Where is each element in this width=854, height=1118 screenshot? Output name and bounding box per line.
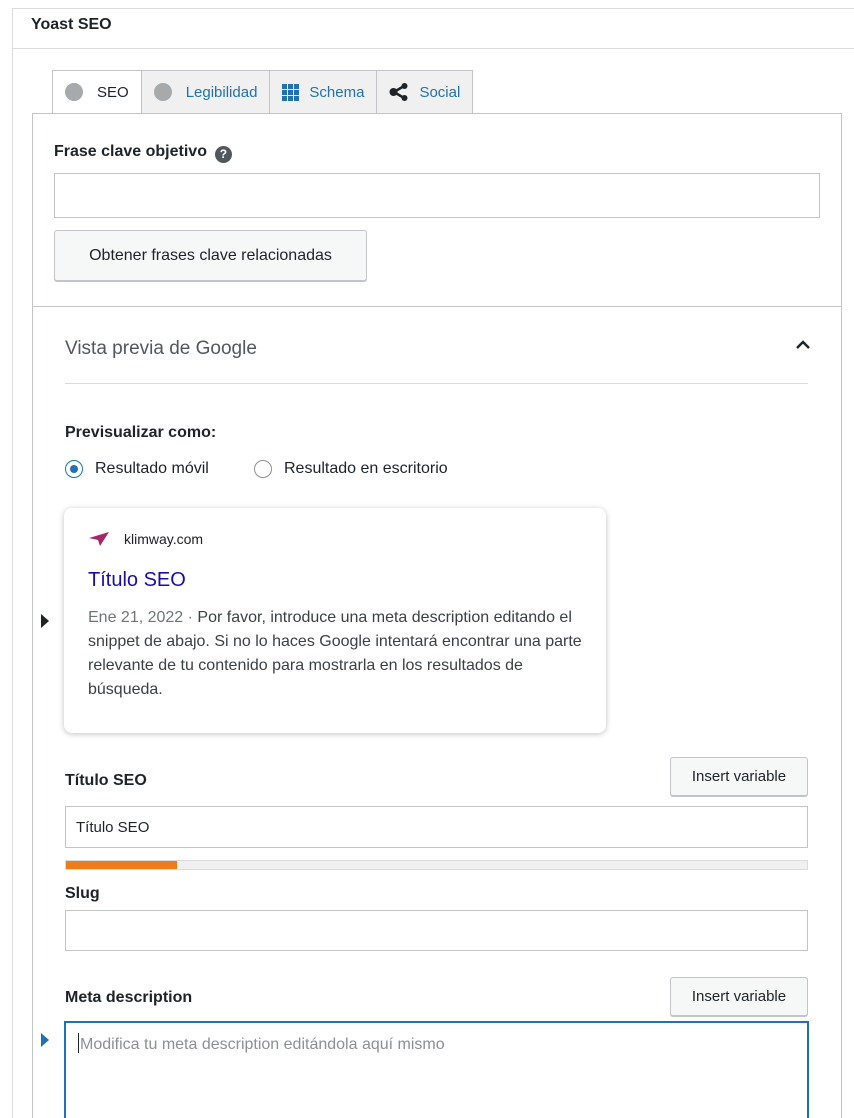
- tab-social[interactable]: Social: [377, 70, 474, 114]
- grid-icon: [282, 83, 300, 101]
- tab-schema[interactable]: Schema: [270, 70, 378, 114]
- meta-description-textarea[interactable]: Modifica tu meta description editándola …: [65, 1022, 808, 1118]
- panel-title: Yoast SEO: [31, 16, 112, 33]
- meta-description-placeholder: Modifica tu meta description editándola …: [80, 1036, 445, 1053]
- serp-date: Ene 21, 2022 ·: [88, 609, 193, 626]
- seo-title-label: Título SEO: [65, 772, 147, 789]
- keyphrase-input[interactable]: [54, 173, 820, 218]
- text-cursor: [78, 1033, 79, 1053]
- meta-description-label: Meta description: [65, 989, 193, 1006]
- insert-variable-button[interactable]: Insert variable: [670, 977, 808, 1016]
- tab-bar: SEO Legibilidad Schema Social: [52, 70, 474, 114]
- caret-right-icon: [41, 1033, 49, 1047]
- chevron-up-icon[interactable]: [794, 336, 812, 354]
- keyphrase-label-text: Frase clave objetivo: [54, 143, 207, 160]
- tab-label: Social: [419, 83, 461, 101]
- tab-label: Legibilidad: [185, 83, 258, 101]
- preview-as-label: Previsualizar como:: [65, 424, 217, 441]
- radio-mobile-label: Resultado móvil: [95, 460, 209, 477]
- tab-seo[interactable]: SEO: [52, 70, 142, 114]
- tab-label: SEO: [97, 83, 129, 101]
- serp-site-url: klimway.com: [124, 531, 204, 547]
- help-icon[interactable]: ?: [214, 145, 232, 163]
- insert-variable-button[interactable]: Insert variable: [670, 757, 808, 796]
- divider: [12, 48, 854, 49]
- keyphrase-label: Frase clave objetivo?: [54, 143, 232, 163]
- related-keyphrases-button[interactable]: Obtener frases clave relacionadas: [54, 230, 367, 281]
- radio-desktop[interactable]: Resultado en escritorio: [254, 460, 448, 478]
- slug-input[interactable]: [65, 910, 808, 951]
- divider: [32, 306, 842, 307]
- klimway-logo-icon: [89, 532, 109, 546]
- progress-fill: [66, 861, 178, 869]
- serp-title: Título SEO: [88, 569, 186, 591]
- seo-title-progress-bar: [65, 860, 808, 870]
- tab-label: Schema: [309, 83, 365, 101]
- serp-description-block: Ene 21, 2022 · Por favor, introduce una …: [88, 606, 584, 702]
- radio-unselected-icon: [254, 460, 272, 478]
- google-preview-heading[interactable]: Vista previa de Google: [65, 338, 257, 360]
- radio-desktop-label: Resultado en escritorio: [284, 460, 448, 477]
- radio-selected-icon: [65, 460, 83, 478]
- tab-legibilidad[interactable]: Legibilidad: [141, 70, 271, 114]
- slug-label: Slug: [65, 885, 100, 902]
- radio-mobile[interactable]: Resultado móvil: [65, 460, 209, 478]
- seo-title-input[interactable]: Título SEO: [65, 806, 808, 848]
- divider: [65, 383, 808, 384]
- share-icon: [389, 83, 409, 101]
- serp-preview-card[interactable]: klimway.com Título SEO Ene 21, 2022 · Po…: [64, 508, 606, 733]
- caret-right-icon: [41, 614, 49, 628]
- serp-site-row: klimway.com: [88, 528, 584, 550]
- gray-dot-icon: [65, 83, 83, 101]
- gray-dot-icon: [153, 83, 172, 101]
